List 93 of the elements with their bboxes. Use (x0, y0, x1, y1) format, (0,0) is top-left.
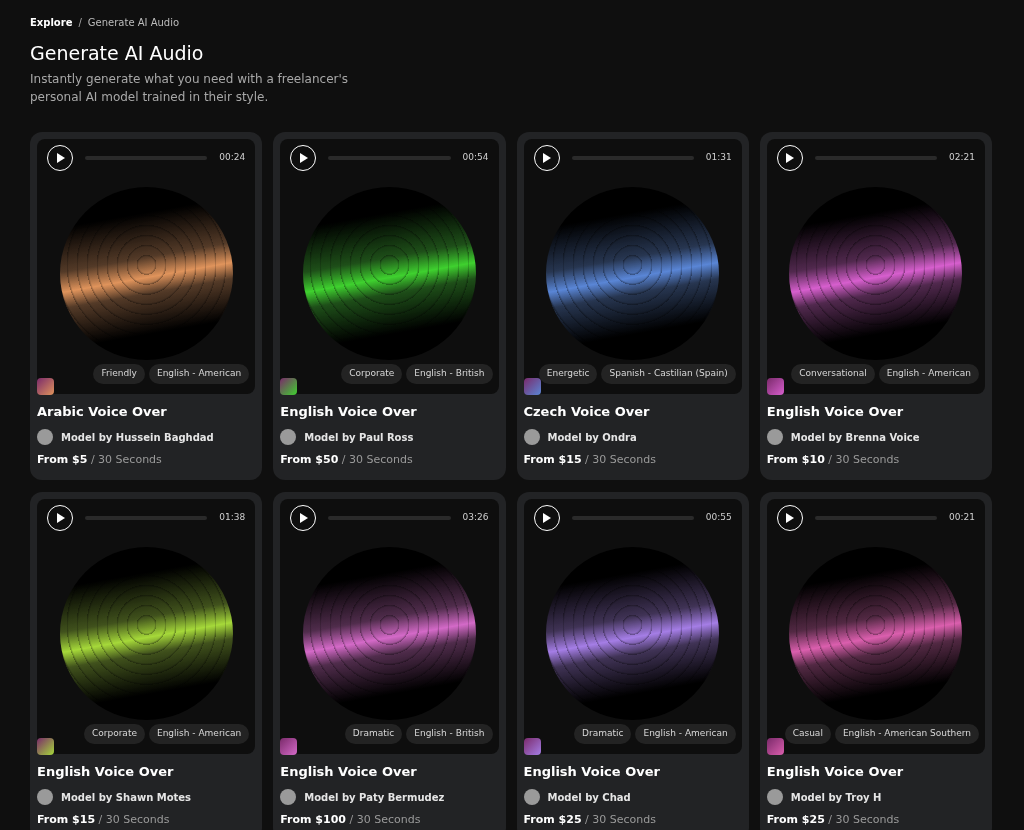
voice-card[interactable]: 01:31 Energetic Spanish - Castilian (Spain) Czech Voice Over Model by Ondra From $15 / 30 Seconds (516, 131, 749, 480)
progress-track[interactable] (328, 515, 451, 520)
avatar (523, 429, 540, 445)
tag: English - British (406, 724, 493, 744)
tag: Spanish - Castilian (Spain) (601, 364, 736, 384)
voice-card[interactable]: 02:21 Conversational English - American English Voice Over Model by Brenna Voice From $10 / 30 Seconds (759, 131, 992, 480)
play-icon (55, 512, 65, 523)
voice-card[interactable]: 01:38 Corporate English - American English Voice Over Model by Shawn Motes From $15 / 30 Seconds (30, 491, 263, 830)
breadcrumb-link[interactable]: Generate AI Audio (87, 15, 180, 30)
tag: English - American (878, 364, 979, 384)
model-author[interactable]: Model by Chad (547, 789, 631, 805)
price: From $10 / 30 Seconds (766, 452, 901, 468)
tag: Dramatic (344, 724, 403, 744)
avatar (280, 429, 297, 445)
color-swatch (766, 737, 784, 755)
model-author[interactable]: Model by Hussein Baghdad (61, 429, 214, 445)
progress-track[interactable] (571, 155, 694, 160)
price: From $25 / 30 Seconds (766, 812, 901, 828)
card-title: English Voice Over (766, 402, 905, 421)
model-author[interactable]: Model by Troy H (790, 789, 882, 805)
play-icon (542, 512, 551, 523)
avatar (280, 789, 297, 805)
voice-card[interactable]: 00:54 Corporate English - British English Voice Over Model by Paul Ross From $50 / 30 Seconds (273, 131, 506, 480)
color-swatch (523, 377, 541, 395)
page-subtitle: Instantly generate what you need with a freelancer's personal AI model trained in their style. (30, 70, 349, 106)
duration: 03:26 (462, 510, 489, 524)
progress-track[interactable] (571, 515, 694, 520)
duration: 00:24 (219, 150, 246, 164)
price: From $15 / 30 Seconds (37, 812, 171, 828)
progress-track[interactable] (814, 155, 938, 160)
duration: 01:31 (705, 150, 732, 164)
price: From $5 / 30 Seconds (37, 452, 163, 468)
tag: Friendly (93, 364, 145, 384)
avatar (523, 789, 540, 805)
color-swatch (37, 737, 54, 755)
voice-card[interactable]: 03:26 Dramatic English - British English Voice Over Model by Paty Bermudez From $100 / 30 Seconds (273, 491, 506, 830)
play-icon (785, 512, 795, 523)
model-author[interactable]: Model by Paul Ross (304, 429, 414, 445)
model-author[interactable]: Model by Brenna Voice (790, 429, 920, 445)
tag: English - British (406, 364, 493, 384)
card-title: English Voice Over (280, 402, 418, 421)
card-title: English Voice Over (280, 762, 418, 781)
avatar (766, 429, 783, 445)
card-title: English Voice Over (766, 762, 905, 781)
duration: 00:55 (705, 510, 732, 524)
progress-track[interactable] (85, 155, 208, 160)
tag: Casual (784, 724, 831, 744)
tag: English - American Southern (834, 724, 979, 744)
play-icon (55, 152, 65, 163)
color-swatch (280, 377, 298, 395)
tag: English - American (148, 364, 250, 384)
tag: Energetic (538, 364, 598, 384)
progress-track[interactable] (814, 515, 938, 520)
progress-track[interactable] (85, 515, 208, 520)
price: From $15 / 30 Seconds (523, 452, 657, 468)
model-author[interactable]: Model by Ondra (547, 429, 637, 445)
voice-card[interactable]: 00:55 Dramatic English - American English Voice Over Model by Chad From $25 / 30 Seconds (516, 491, 749, 830)
tag: Dramatic (574, 724, 632, 744)
price: From $100 / 30 Seconds (280, 812, 422, 828)
color-swatch (37, 377, 54, 395)
duration: 00:54 (462, 150, 489, 164)
progress-track[interactable] (328, 155, 451, 160)
avatar (37, 789, 53, 805)
tag: Conversational (791, 364, 875, 384)
page-title: Generate AI Audio (30, 41, 205, 66)
model-author[interactable]: Model by Shawn Motes (61, 789, 192, 805)
breadcrumb-separator: / (78, 16, 82, 30)
price: From $50 / 30 Seconds (280, 452, 414, 468)
color-swatch (523, 737, 541, 755)
tag: Corporate (83, 724, 145, 744)
card-title: English Voice Over (523, 762, 661, 781)
duration: 00:21 (949, 510, 975, 524)
avatar (766, 789, 783, 805)
card-title: Czech Voice Over (523, 402, 651, 421)
card-title: Arabic Voice Over (37, 402, 168, 421)
play-icon (785, 152, 795, 163)
voice-card[interactable]: 00:21 Casual English - American Southern English Voice Over Model by Troy H From $25 / 30 Seconds (759, 491, 992, 830)
tag: English - American (635, 724, 736, 744)
color-swatch (766, 377, 784, 395)
model-author[interactable]: Model by Paty Bermudez (304, 789, 445, 805)
tag: Corporate (341, 364, 403, 384)
breadcrumb-link[interactable]: Explore (30, 15, 73, 30)
duration: 01:38 (219, 510, 246, 524)
avatar (37, 429, 53, 445)
card-title: English Voice Over (37, 762, 175, 781)
play-icon (298, 152, 308, 163)
price: From $25 / 30 Seconds (523, 812, 657, 828)
voice-card[interactable]: 00:24 Friendly English - American Arabic Voice Over Model by Hussein Baghdad From $5 / 30 Seconds (30, 131, 263, 480)
tag: English - American (148, 724, 250, 744)
color-swatch (280, 737, 298, 755)
play-icon (542, 152, 551, 163)
duration: 02:21 (949, 150, 975, 164)
play-icon (298, 512, 308, 523)
